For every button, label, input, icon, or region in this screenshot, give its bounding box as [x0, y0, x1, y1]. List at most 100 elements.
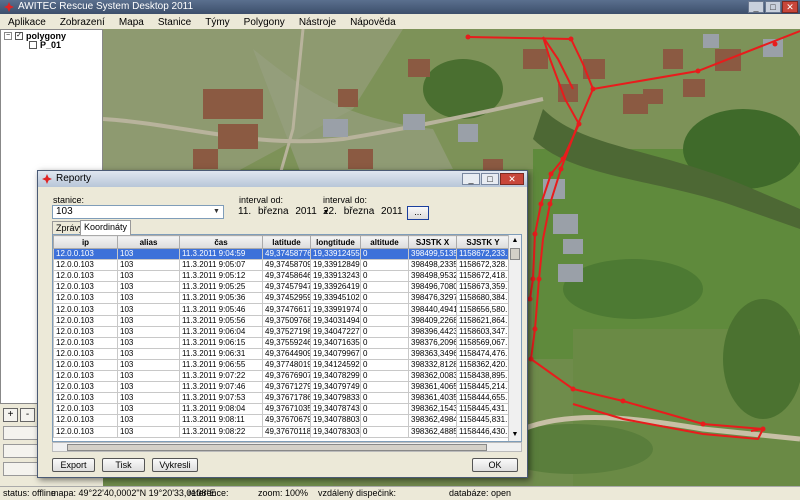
tree-checkbox-p01[interactable] [29, 41, 37, 49]
load-reports-button[interactable]: ... [407, 206, 429, 220]
cell-time: 11.3.2011 9:08:11 [179, 414, 263, 427]
grid-vertical-scrollbar[interactable]: ▲ ▼ [508, 235, 521, 441]
table-row[interactable]: 12.0.0.103 103 11.3.2011 9:05:07 49,3745870… [53, 259, 510, 272]
dialog-maximize-button[interactable]: □ [481, 173, 499, 185]
interval-from-picker[interactable]: 11. března 2011 ▼ [238, 205, 330, 219]
col-header-ip[interactable]: ip [53, 235, 118, 249]
table-row[interactable]: 12.0.0.103 103 11.3.2011 9:05:46 49,3747661… [53, 303, 510, 316]
tree-collapse-icon[interactable]: − [4, 32, 12, 40]
scroll-thumb[interactable] [510, 248, 520, 260]
col-header-alias[interactable]: alias [117, 235, 180, 249]
dialog-titlebar[interactable]: Reporty _ □ ✕ [38, 171, 527, 187]
coordinates-grid[interactable]: ip alias čas latitude longtitude altitud… [52, 234, 522, 442]
cell-alias: 103 [117, 314, 180, 327]
zoom-in-button[interactable]: + [3, 408, 18, 422]
cell-sjstk-y: 1158621,864... [456, 314, 510, 327]
table-row[interactable]: 12.0.0.103 103 11.3.2011 9:05:25 49,3745794… [53, 281, 510, 294]
table-row[interactable]: 12.0.0.103 103 11.3.2011 9:06:55 49,3774801… [53, 358, 510, 372]
table-row[interactable]: 12.0.0.103 103 11.3.2011 9:08:22 49,3767011… [53, 425, 510, 438]
tab-koordinaty[interactable]: Koordináty [80, 220, 132, 235]
tree-node-p01[interactable]: P_01 [29, 40, 61, 50]
ok-button[interactable]: OK [472, 458, 518, 472]
cell-sjstk-x: 398476,3297... [408, 292, 457, 305]
grid-header: ip alias čas latitude longtitude altitud… [53, 235, 510, 249]
cell-longtitude: 19,34078803... [310, 414, 361, 427]
col-header-altitude[interactable]: altitude [360, 235, 409, 249]
interval-to-picker[interactable]: 22. března 2011 ▼ [323, 205, 415, 219]
export-button[interactable]: Export [52, 458, 95, 472]
minimize-button[interactable]: _ [748, 1, 764, 13]
cell-sjstk-x: 398332,8128... [408, 358, 457, 372]
cell-sjstk-y: 1158474,476... [456, 347, 510, 360]
cell-longtitude: 19,34071635... [310, 336, 361, 349]
tree-checkbox-polygony[interactable]: ✓ [15, 32, 23, 40]
cell-latitude: 49,37458709... [262, 259, 311, 272]
cell-time: 11.3.2011 9:06:15 [179, 336, 263, 349]
cell-longtitude: 19,34078303... [310, 425, 361, 438]
scroll-up-icon[interactable]: ▲ [509, 235, 521, 247]
cell-ip: 12.0.0.103 [53, 247, 118, 261]
cell-latitude: 49,37458776... [262, 247, 311, 261]
cell-sjstk-y: 1158362,420... [456, 358, 510, 372]
cell-altitude: 0 [360, 392, 409, 405]
menu-aplikace[interactable]: Aplikace [8, 17, 46, 28]
table-row[interactable]: 12.0.0.103 103 11.3.2011 9:05:56 49,3750976… [53, 314, 510, 327]
table-row[interactable]: 12.0.0.103 103 11.3.2011 9:07:46 49,3767127… [53, 381, 510, 394]
cell-alias: 103 [117, 425, 180, 438]
menu-nastroje[interactable]: Nástroje [299, 17, 336, 28]
hscroll-thumb[interactable] [67, 444, 487, 451]
close-button[interactable]: ✕ [782, 1, 798, 13]
cell-ip: 12.0.0.103 [53, 259, 118, 272]
maximize-button[interactable]: □ [765, 1, 781, 13]
table-row[interactable]: 12.0.0.103 103 11.3.2011 9:05:12 49,3745864… [53, 270, 510, 283]
cell-time: 11.3.2011 9:05:46 [179, 303, 263, 316]
menu-mapa[interactable]: Mapa [119, 17, 144, 28]
print-button[interactable]: Tisk [102, 458, 145, 472]
dialog-title: Reporty [56, 173, 92, 184]
cell-longtitude: 19,34079749... [310, 381, 361, 394]
scroll-down-icon[interactable]: ▼ [509, 429, 521, 441]
cell-alias: 103 [117, 414, 180, 427]
menu-zobrazeni[interactable]: Zobrazení [60, 17, 105, 28]
status-state: status: offline [3, 488, 56, 498]
cell-altitude: 0 [360, 314, 409, 327]
col-header-longtitude[interactable]: longtitude [310, 235, 361, 249]
cell-ip: 12.0.0.103 [53, 425, 118, 438]
col-header-time[interactable]: čas [179, 235, 263, 249]
col-header-latitude[interactable]: latitude [262, 235, 311, 249]
grid-horizontal-scrollbar[interactable] [52, 442, 522, 452]
dialog-close-button[interactable]: ✕ [500, 173, 524, 185]
table-row[interactable]: 12.0.0.103 103 11.3.2011 9:04:59 49,3745877… [53, 247, 510, 261]
cell-time: 11.3.2011 9:07:46 [179, 381, 263, 394]
table-row[interactable]: 12.0.0.103 103 11.3.2011 9:07:22 49,3767690… [53, 370, 510, 383]
dialog-minimize-button[interactable]: _ [462, 173, 480, 185]
draw-button[interactable]: Vykresli [152, 458, 198, 472]
cell-sjstk-x: 398409,2268... [408, 314, 457, 327]
cell-alias: 103 [117, 370, 180, 383]
col-header-sjstk-x[interactable]: SJSTK X [408, 235, 457, 249]
cell-sjstk-x: 398499,5135... [408, 247, 457, 261]
table-row[interactable]: 12.0.0.103 103 11.3.2011 9:08:11 49,3767067… [53, 414, 510, 427]
cell-altitude: 0 [360, 270, 409, 283]
cell-sjstk-y: 1158656,580... [456, 303, 510, 316]
table-row[interactable]: 12.0.0.103 103 11.3.2011 9:08:04 49,3767103… [53, 403, 510, 416]
station-select[interactable]: 103 ▼ [52, 205, 224, 219]
cell-alias: 103 [117, 392, 180, 405]
cell-altitude: 0 [360, 370, 409, 383]
table-row[interactable]: 12.0.0.103 103 11.3.2011 9:07:53 49,3767178… [53, 392, 510, 405]
cell-latitude: 49,37748019... [262, 358, 311, 372]
menu-tymy[interactable]: Týmy [205, 17, 229, 28]
cell-time: 11.3.2011 9:07:53 [179, 392, 263, 405]
zoom-out-button[interactable]: - [20, 408, 35, 422]
cell-sjstk-x: 398362,1543... [408, 403, 457, 416]
col-header-sjstk-y[interactable]: SJSTK Y [456, 235, 510, 249]
menu-polygony[interactable]: Polygony [244, 17, 285, 28]
cell-alias: 103 [117, 358, 180, 372]
table-row[interactable]: 12.0.0.103 103 11.3.2011 9:05:36 49,3745295… [53, 292, 510, 305]
table-row[interactable]: 12.0.0.103 103 11.3.2011 9:06:04 49,3752719… [53, 325, 510, 338]
menu-stanice[interactable]: Stanice [158, 17, 191, 28]
reports-dialog: Reporty _ □ ✕ stanice: 103 ▼ interval od… [37, 170, 528, 478]
menu-napoveda[interactable]: Nápověda [350, 17, 396, 28]
table-row[interactable]: 12.0.0.103 103 11.3.2011 9:06:31 49,3764490… [53, 347, 510, 360]
table-row[interactable]: 12.0.0.103 103 11.3.2011 9:06:15 49,3755924… [53, 336, 510, 349]
